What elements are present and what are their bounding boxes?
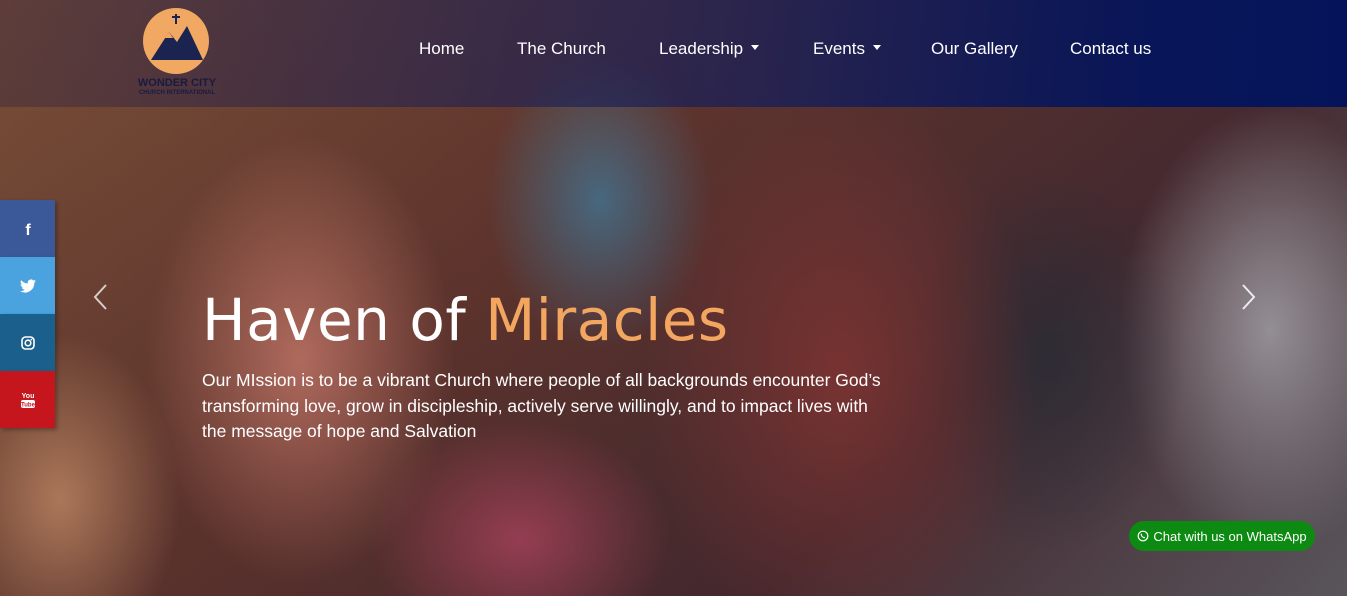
twitter-icon (19, 278, 36, 292)
nav-our-gallery-label: Our Gallery (931, 39, 1018, 58)
caret-down-icon (872, 45, 881, 51)
youtube-icon: You Tube (20, 393, 36, 408)
nav-contact-us-label: Contact us (1070, 39, 1152, 58)
chevron-right-icon (1242, 284, 1256, 310)
nav-home-label: Home (419, 39, 465, 58)
instagram-button[interactable] (0, 314, 55, 371)
brand-subtitle: CHURCH INTERNATIONAL (138, 90, 216, 96)
nav-contact-us[interactable]: Contact us (1070, 36, 1151, 62)
nav-home[interactable]: Home (419, 36, 464, 62)
svg-text:Tube: Tube (21, 402, 36, 408)
facebook-icon: f (25, 222, 31, 237)
nav-leadership-label: Leadership (659, 39, 744, 58)
caret-down-icon (751, 45, 760, 51)
facebook-button[interactable]: f (0, 200, 55, 257)
mission-statement: Our MIssion is to be a vibrant Church wh… (202, 370, 881, 441)
nav-events-label: Events (813, 39, 865, 58)
twitter-button[interactable] (0, 257, 55, 314)
youtube-button[interactable]: You Tube (0, 371, 55, 428)
nav-events[interactable]: Events (813, 36, 881, 62)
brand-name: WONDER CITY (137, 77, 217, 89)
hero-headline-part1: Haven of (202, 286, 486, 354)
logo-emblem (143, 8, 209, 74)
svg-text:f: f (25, 222, 31, 237)
nav-our-gallery[interactable]: Our Gallery (931, 36, 1018, 62)
carousel-next-button[interactable] (1236, 282, 1260, 312)
nav-leadership[interactable]: Leadership (659, 36, 760, 62)
whatsapp-label: Chat with us on WhatsApp (1153, 528, 1307, 544)
hero-headline-accent: Miracles (485, 286, 729, 354)
nav-the-church-label: The Church (517, 39, 606, 58)
instagram-icon (20, 335, 35, 350)
nav-the-church[interactable]: The Church (517, 36, 606, 62)
social-sidebar: f You Tube (0, 200, 55, 428)
mountain-icon (151, 14, 203, 60)
chevron-left-icon (93, 284, 107, 310)
whatsapp-icon (1137, 530, 1149, 542)
hero-headline: Haven of Miracles (202, 283, 902, 357)
whatsapp-chat-button[interactable]: Chat with us on WhatsApp (1129, 521, 1315, 551)
carousel-prev-button[interactable] (89, 282, 113, 312)
brand-logo[interactable]: WONDER CITY CHURCH INTERNATIONAL (131, 8, 223, 100)
site-header: WONDER CITY CHURCH INTERNATIONAL Home Th… (0, 0, 1347, 107)
svg-text:You: You (21, 393, 34, 400)
